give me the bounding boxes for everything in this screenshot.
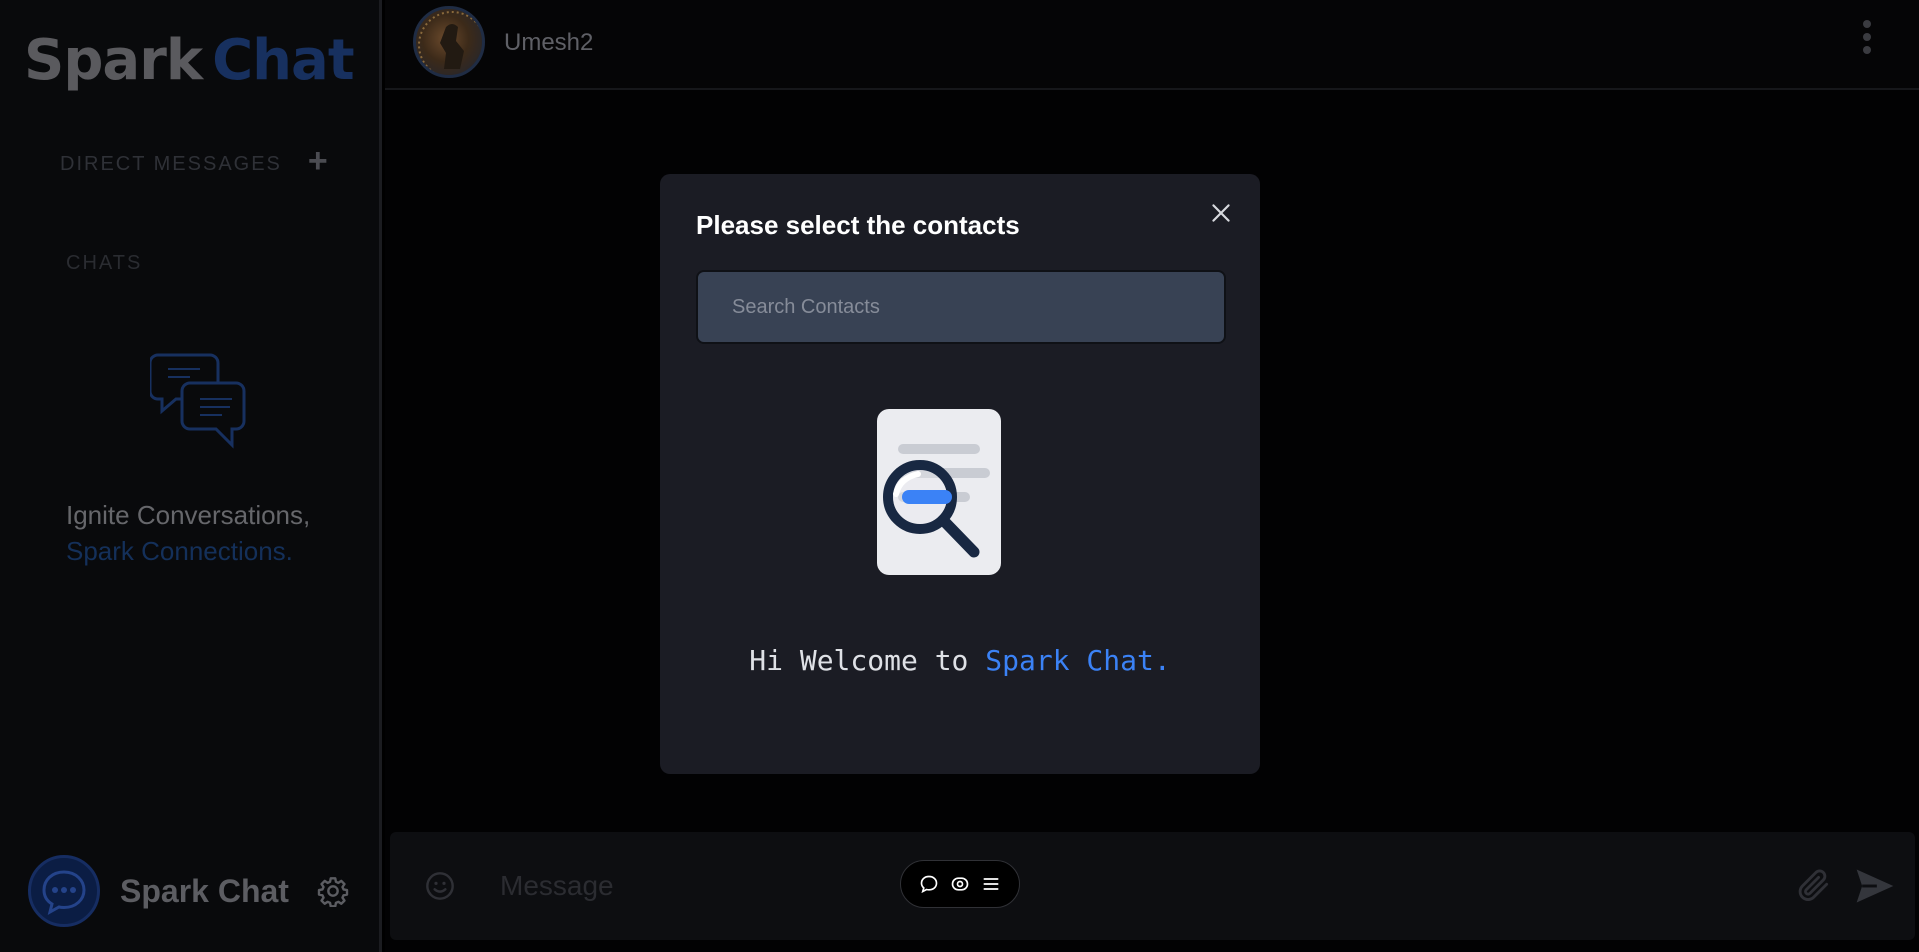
tagline-line1: Ignite Conversations, (66, 500, 311, 530)
direct-messages-label: DIRECT MESSAGES (60, 153, 282, 175)
logo-word-spark: Spark (24, 28, 203, 93)
welcome-message: Hi Welcome to Spark Chat. (660, 644, 1260, 677)
emoji-icon[interactable] (424, 870, 456, 902)
add-direct-message-button[interactable]: + (308, 142, 328, 181)
logo-word-chat: Chat (212, 28, 355, 93)
sidebar: Spark Chat DIRECT MESSAGES + CHATS Ignite… (0, 0, 382, 952)
chat-bubbles-icon (148, 345, 250, 454)
profile-name: Spark Chat (120, 872, 289, 909)
avatar[interactable] (28, 855, 100, 927)
chat-header: Umesh2 (385, 0, 1919, 90)
chat-dots-icon (42, 870, 86, 915)
document-search-icon (876, 408, 1006, 583)
app-root: Spark Chat DIRECT MESSAGES + CHATS Ignite… (0, 0, 1919, 952)
welcome-prefix: Hi Welcome to (749, 644, 986, 677)
list-icon[interactable] (980, 873, 1002, 895)
chats-label: CHATS (66, 252, 143, 274)
search-contacts-input[interactable] (696, 270, 1226, 344)
kebab-menu-icon[interactable] (1861, 20, 1873, 60)
app-logo: Spark Chat (24, 28, 355, 93)
floating-toolbar (900, 860, 1020, 908)
eye-icon[interactable] (949, 873, 971, 895)
contact-photo-image (418, 11, 482, 75)
direct-messages-header: DIRECT MESSAGES + (60, 142, 328, 181)
tagline-line2: Spark Connections. (66, 536, 293, 566)
send-icon[interactable] (1851, 864, 1899, 908)
close-icon[interactable] (1208, 200, 1234, 226)
gear-icon[interactable] (317, 875, 349, 907)
message-composer (390, 832, 1915, 940)
user-profile: Spark Chat (28, 855, 349, 927)
welcome-brand: Spark Chat. (985, 644, 1171, 677)
contact-avatar[interactable] (413, 6, 485, 78)
select-contacts-modal: Please select the contacts Hi Welcome to… (660, 174, 1260, 774)
paperclip-icon[interactable] (1795, 866, 1833, 904)
modal-title: Please select the contacts (696, 210, 1020, 240)
contact-name: Umesh2 (504, 29, 594, 56)
message-input[interactable] (500, 858, 1760, 914)
comment-icon[interactable] (918, 873, 940, 895)
sidebar-tagline: Ignite Conversations, Spark Connections. (66, 497, 310, 569)
